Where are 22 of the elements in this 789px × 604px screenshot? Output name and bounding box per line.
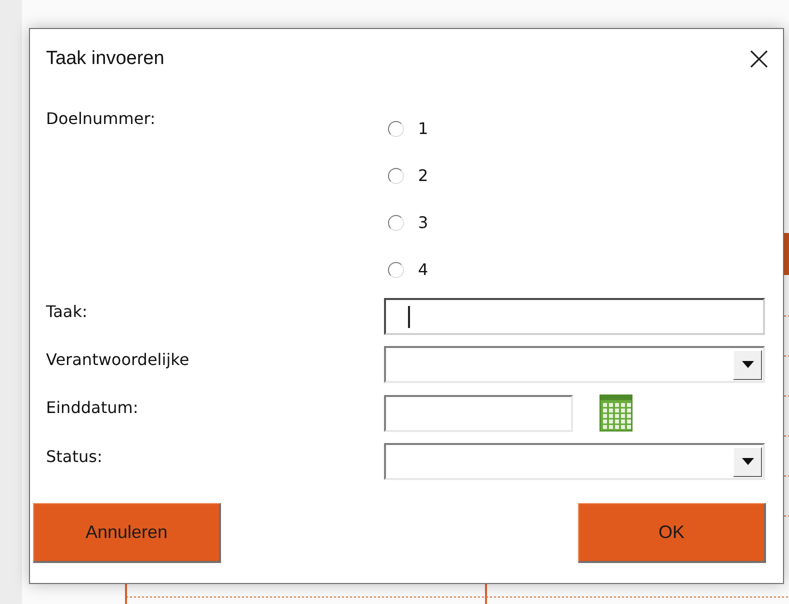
radio-button[interactable] [388,262,404,278]
radio-option[interactable]: 3 [388,213,428,232]
field-label: Status: [46,446,104,468]
window-title: Taak invoeren [46,48,164,70]
calendar-icon[interactable] [599,394,633,432]
field-label: Einddatum: [46,397,140,419]
radio-option[interactable]: 4 [388,260,428,279]
close-icon[interactable] [749,49,769,69]
cancel-button[interactable]: Annuleren [33,503,221,563]
field-label: Verantwoordelijke [46,349,190,371]
date-field[interactable] [384,394,573,432]
dropdown-field[interactable] [384,443,765,480]
radio-option[interactable]: 2 [388,166,428,185]
dropdown-field[interactable] [384,346,765,383]
radio-button[interactable] [388,120,404,136]
radio-button[interactable] [388,168,404,184]
radio-button[interactable] [388,214,404,230]
text-field[interactable] [384,298,765,335]
field-label: Taak: [46,301,88,323]
field-label: Doelnummer: [46,108,156,130]
radio-option[interactable]: 1 [388,119,428,138]
ok-button[interactable]: OK [578,503,766,563]
